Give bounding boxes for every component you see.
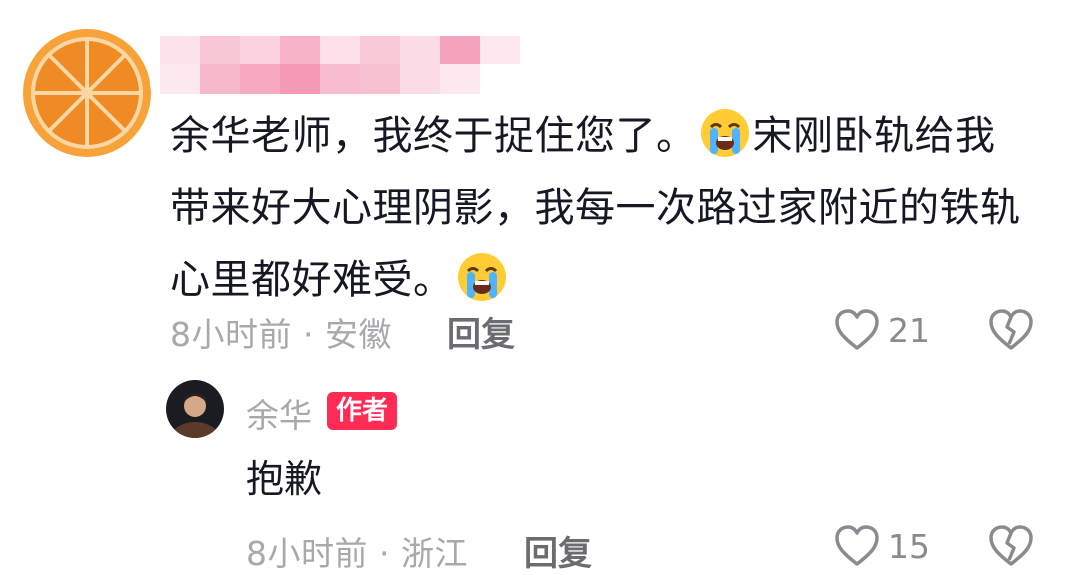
comment-text-segment: 余华老师，我终于捉住您了。 [170,113,697,159]
reply-reply-button[interactable]: 回复 [524,526,592,575]
reply-body: 抱歉 [246,457,323,501]
comment-line-2: 带来好大心理阴影，我每一次路过家附近的铁轨 [170,185,1021,231]
comment-text-segment: 心里都好难受。 [170,257,454,303]
author-name[interactable]: 余华 [246,389,312,437]
loudly-crying-face-icon [699,107,751,159]
comment-line-1: 余华老师，我终于捉住您了。 宋刚卧轨给我 [170,100,1050,172]
comment-body: 余华老师，我终于捉住您了。 宋刚卧轨给我 带来好大心理阴影，我每一次路过家附近的… [170,100,1050,316]
comment-text-segment: 宋刚卧轨给我 [752,113,996,159]
like-heart-icon[interactable] [834,308,880,352]
orange-slice-icon [23,29,151,157]
comment-reply-button[interactable]: 回复 [447,307,515,356]
reply-like-count: 15 [888,527,930,566]
comment-time-location: 8小时前 · 安徽 [170,315,392,354]
author-badge: 作者 [327,392,398,430]
comment-like-count: 21 [888,311,930,350]
dislike-broken-heart-icon[interactable] [988,308,1034,352]
commenter-username-obscured[interactable] [150,32,535,98]
like-heart-icon[interactable] [834,524,880,568]
dislike-broken-heart-icon[interactable] [988,524,1034,568]
author-avatar[interactable] [166,380,224,438]
reply-time-location: 8小时前 · 浙江 [246,534,468,573]
comment-line-3: 心里都好难受。 [170,244,1050,316]
commenter-avatar[interactable] [22,28,152,158]
loudly-crying-face-icon [456,251,508,303]
